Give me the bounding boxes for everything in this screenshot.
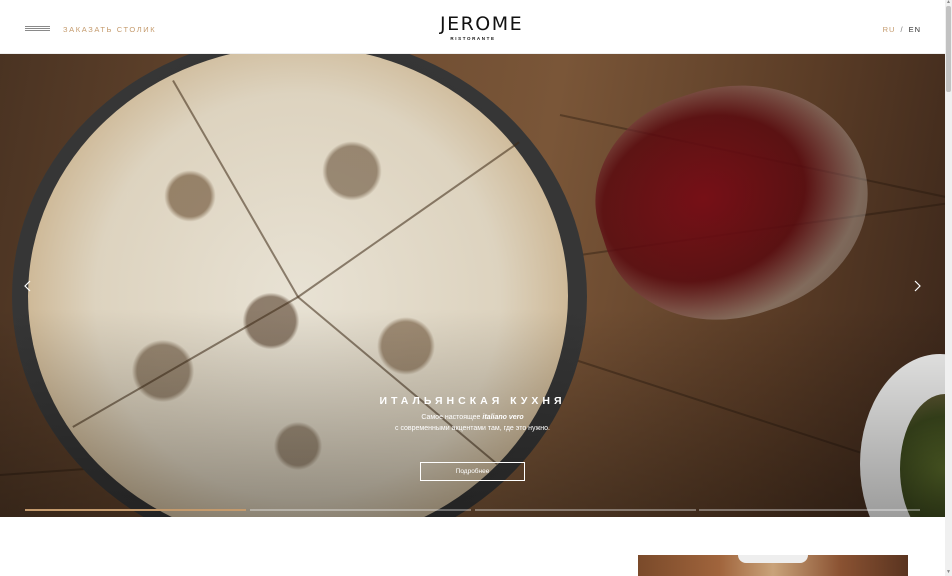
chevron-right-icon	[914, 280, 921, 292]
scrollbar-thumb[interactable]	[946, 6, 951, 92]
slide-progress-bar[interactable]	[250, 509, 471, 511]
logo-sub-text: RISTORANTE	[450, 36, 496, 41]
reserve-table-link[interactable]: ЗАКАЗАТЬ СТОЛИК	[63, 25, 156, 34]
logo[interactable]: JEROME RISTORANTE	[440, 13, 524, 41]
hamburger-menu-icon[interactable]	[25, 26, 50, 33]
slide-progress-bar[interactable]	[699, 509, 920, 511]
slide-progress-bar[interactable]	[475, 509, 696, 511]
logo-main-text: JEROME	[440, 13, 524, 35]
hero-subtitle-line2: с современными акцентами там, где это ну…	[395, 425, 550, 432]
hero-slider: ИТАЛЬЯНСКАЯ КУХНЯ Самое настоящее italia…	[0, 54, 945, 517]
awning-decoration	[738, 555, 808, 563]
triangle-down-icon[interactable]: ▼	[946, 570, 951, 575]
slider-prev-button[interactable]	[20, 278, 36, 294]
lang-ru-link[interactable]: RU	[883, 25, 896, 34]
more-button[interactable]: Подробнее	[420, 462, 525, 481]
hero-subtitle-prefix: Самое настоящее	[421, 414, 483, 421]
hero-subtitle-line1: Самое настоящее italiano vero	[0, 414, 945, 421]
restaurant-interior-image	[638, 555, 908, 576]
slider-next-button[interactable]	[909, 278, 925, 294]
slide-progress-fill	[25, 509, 246, 511]
lang-en-link[interactable]: EN	[909, 25, 921, 34]
slide-progress-bar[interactable]	[25, 509, 246, 511]
hero-subtitle-emphasis: italiano vero	[482, 414, 524, 421]
triangle-up-icon[interactable]: ▲	[946, 0, 951, 5]
lang-separator: /	[900, 25, 904, 34]
chevron-left-icon	[24, 280, 31, 292]
language-switcher: RU / EN	[883, 25, 921, 34]
hero-overlay	[0, 54, 945, 517]
hero-title: ИТАЛЬЯНСКАЯ КУХНЯ	[379, 395, 566, 407]
site-header: ЗАКАЗАТЬ СТОЛИК JEROME RISTORANTE RU / EN	[0, 0, 945, 54]
